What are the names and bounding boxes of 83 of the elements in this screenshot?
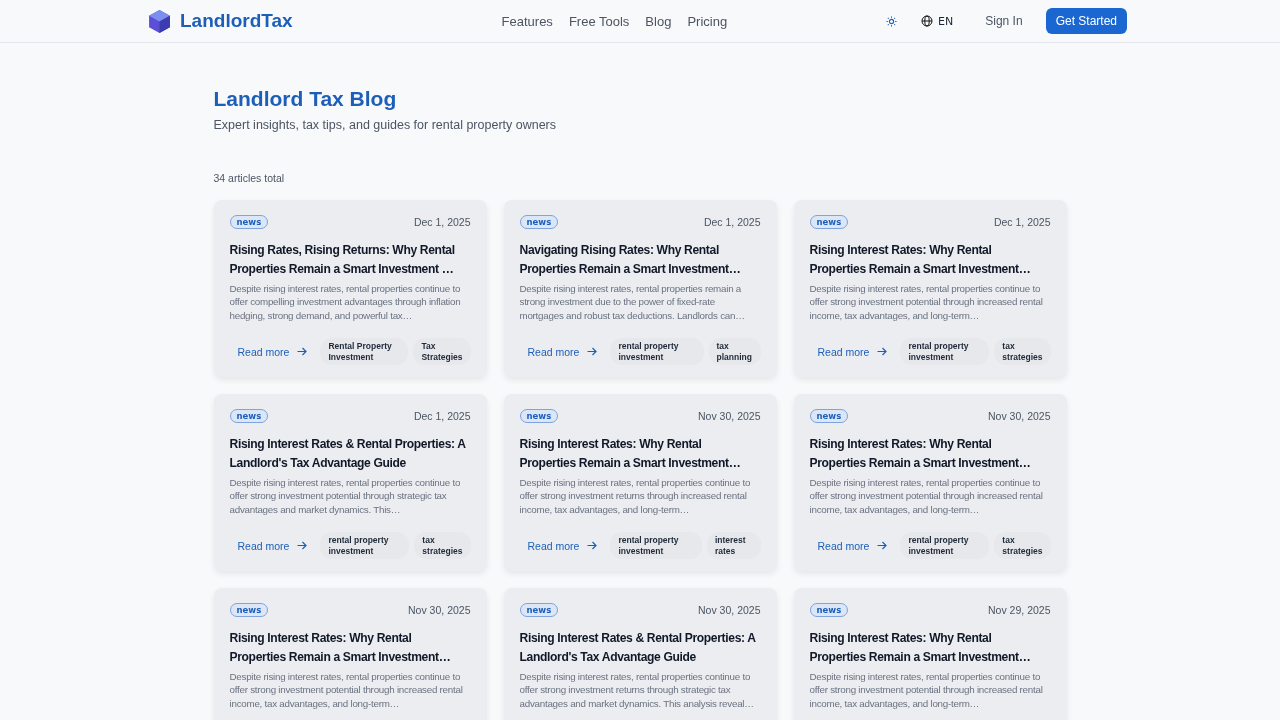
arrow-right-icon	[587, 541, 598, 550]
globe-icon	[921, 15, 934, 27]
nav-link[interactable]: Blog	[645, 13, 672, 29]
read-more-link[interactable]: Read more	[229, 539, 316, 552]
category-badge: news	[229, 409, 269, 423]
brand-name[interactable]: LandlordTax	[180, 10, 293, 32]
article-title[interactable]: Rising Interest Rates: Why Rental Properties Remain a Smart Investment…	[519, 435, 761, 472]
category-badge: news	[809, 215, 849, 229]
article-date: Nov 30, 2025	[408, 604, 471, 616]
article-excerpt: Despite rising interest rates, rental properties continue to offer strong investment potential through increased rental income, tax advantages, and long-term…	[229, 670, 464, 710]
read-more-link[interactable]: Read more	[519, 539, 606, 552]
arrow-right-icon	[877, 347, 888, 356]
article-card[interactable]	[793, 200, 1067, 377]
article-title[interactable]: Rising Interest Rates & Rental Properties: A Landlord's Tax Advantage Guide	[519, 629, 761, 666]
tag-chip: tax strategies	[414, 532, 471, 559]
article-excerpt: Despite rising interest rates, rental properties continue to offer strong investment potential through increased rental income, tax advantages, and long-term…	[809, 670, 1044, 710]
tag-chip: rental property investment	[900, 532, 990, 559]
sign-in-button[interactable]: Sign In	[979, 13, 1029, 29]
article-date: Dec 1, 2025	[413, 216, 471, 228]
article-card[interactable]	[503, 200, 777, 377]
logo-icon	[147, 8, 172, 34]
article-title[interactable]: Rising Rates, Rising Returns: Why Rental Properties Remain a Smart Investment …	[229, 241, 471, 278]
category-badge: news	[229, 603, 269, 617]
tag-chip: tax strategies	[994, 338, 1051, 365]
article-title[interactable]: Rising Interest Rates: Why Rental Properties Remain a Smart Investment…	[809, 629, 1051, 666]
article-card[interactable]	[503, 588, 777, 720]
nav-link[interactable]: Free Tools	[568, 13, 630, 29]
tag-chip: Rental Property Investment	[320, 338, 409, 365]
article-card[interactable]	[793, 588, 1067, 720]
article-card[interactable]	[213, 394, 487, 571]
article-excerpt: Despite rising interest rates, rental properties remain a strong investment due to the power of fixed-rate mortgages and robust tax deductions. Landlords can…	[519, 282, 746, 322]
language-button[interactable]: EN	[921, 14, 954, 28]
tag-chip: interest rates	[706, 532, 761, 559]
article-title[interactable]: Rising Interest Rates: Why Rental Properties Remain a Smart Investment…	[229, 629, 471, 666]
tag-chip: rental property investment	[610, 338, 704, 365]
tag-chip: rental property investment	[610, 532, 702, 559]
category-badge: news	[519, 215, 559, 229]
article-date: Dec 1, 2025	[413, 410, 471, 422]
arrow-right-icon	[877, 541, 888, 550]
tag-chip: rental property investment	[900, 338, 990, 365]
article-excerpt: Despite rising interest rates, rental properties continue to offer strong investment potential through increased rental income, tax advantages, and long-term…	[809, 476, 1044, 516]
read-more-link[interactable]: Read more	[229, 345, 316, 358]
article-title[interactable]: Rising Interest Rates & Rental Properties: A Landlord's Tax Advantage Guide	[229, 435, 471, 472]
tag-chip: tax strategies	[994, 532, 1051, 559]
article-date: Nov 30, 2025	[698, 604, 761, 616]
category-badge: news	[519, 409, 559, 423]
article-date: Nov 30, 2025	[988, 410, 1051, 422]
article-date: Dec 1, 2025	[703, 216, 761, 228]
article-excerpt: Despite rising interest rates, rental properties continue to offer strong investment returns through increased rental income, tax advantages, and long-term…	[519, 476, 752, 516]
article-title[interactable]: Rising Interest Rates: Why Rental Properties Remain a Smart Investment…	[809, 435, 1051, 472]
article-card[interactable]	[503, 394, 777, 571]
read-more-link[interactable]: Read more	[809, 345, 896, 358]
article-excerpt: Despite rising interest rates, rental properties continue to offer compelling investment advantages through inflation hedging, strong demand, and powerful tax…	[229, 282, 462, 322]
tag-chip: Tax Strategies	[413, 338, 471, 365]
article-card[interactable]	[213, 200, 487, 377]
article-card[interactable]	[793, 394, 1067, 571]
read-more-link[interactable]: Read more	[809, 539, 896, 552]
arrow-right-icon	[587, 347, 598, 356]
page-title: Landlord Tax Blog	[213, 87, 398, 111]
article-date: Dec 1, 2025	[993, 216, 1051, 228]
sun-icon[interactable]	[886, 15, 898, 27]
article-excerpt: Despite rising interest rates, rental properties continue to offer strong investment potential through increased rental income, tax advantages, and long-term…	[809, 282, 1044, 322]
tag-chip: rental property investment	[320, 532, 410, 559]
category-badge: news	[229, 215, 269, 229]
arrow-right-icon	[297, 347, 308, 356]
article-title[interactable]: Navigating Rising Rates: Why Rental Properties Remain a Smart Investment…	[519, 241, 761, 278]
article-excerpt: Despite rising interest rates, rental properties continue to offer strong investment returns through strategic tax advantages and market dynamics. This analysis reveal…	[519, 670, 755, 710]
nav-link[interactable]: Pricing	[687, 13, 728, 29]
category-badge: news	[809, 409, 849, 423]
category-badge: news	[519, 603, 559, 617]
article-date: Nov 30, 2025	[698, 410, 761, 422]
article-count: 34 articles total	[213, 172, 286, 184]
article-date: Nov 29, 2025	[988, 604, 1051, 616]
tag-chip: tax planning	[708, 338, 761, 365]
get-started-button[interactable]: Get Started	[1045, 8, 1127, 34]
arrow-right-icon	[297, 541, 308, 550]
article-card[interactable]	[213, 588, 487, 720]
read-more-link[interactable]: Read more	[519, 345, 606, 358]
article-excerpt: Despite rising interest rates, rental properties continue to offer strong investment potential through strategic tax advantages and market dynamics. This…	[229, 476, 462, 516]
category-badge: news	[809, 603, 849, 617]
nav-link[interactable]: Features	[501, 13, 553, 29]
page-subtitle: Expert insights, tax tips, and guides for rental property owners	[213, 118, 558, 132]
article-title[interactable]: Rising Interest Rates: Why Rental Properties Remain a Smart Investment…	[809, 241, 1051, 278]
